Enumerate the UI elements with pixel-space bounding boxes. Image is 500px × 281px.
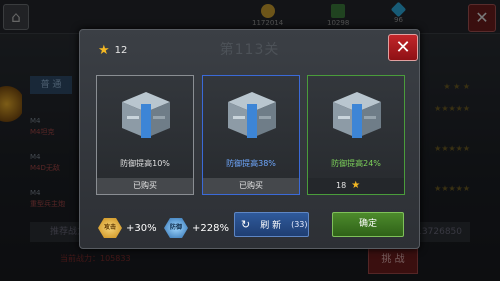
defense-bonus: 防御 +228% — [164, 218, 229, 238]
defense-badge-icon: 防御 — [164, 218, 188, 238]
star-cost: 18 ★ — [308, 178, 404, 194]
buff-card-2[interactable]: 防御提高38% 已购买 — [202, 75, 300, 195]
purchased-status: 已购买 — [97, 178, 193, 194]
buff-shop-modal: 第113关 ★ 12 ✕ 防御提高10% 已购买 防御提高38% 已购买 防御提… — [79, 29, 420, 249]
buff-card-3[interactable]: 防御提高24% 18 ★ — [307, 75, 405, 195]
purchased-status: 已购买 — [203, 178, 299, 194]
attack-bonus: 攻击 +30% — [98, 218, 157, 238]
close-button[interactable]: ✕ — [388, 34, 418, 61]
refresh-icon: ↻ — [241, 218, 251, 231]
buff-card-1[interactable]: 防御提高10% 已购买 — [96, 75, 194, 195]
star-icon: ★ — [98, 42, 110, 58]
attack-badge-icon: 攻击 — [98, 218, 122, 238]
stage-title: 第113关 — [219, 42, 280, 58]
supply-crate-icon — [333, 92, 381, 138]
star-counter: ★ 12 — [98, 42, 128, 58]
star-icon: ★ — [351, 180, 361, 191]
confirm-button[interactable]: 确定 — [332, 212, 404, 237]
refresh-button[interactable]: ↻ 刷 新 (33) — [234, 212, 309, 237]
supply-crate-icon — [122, 92, 170, 138]
supply-crate-icon — [228, 92, 276, 138]
